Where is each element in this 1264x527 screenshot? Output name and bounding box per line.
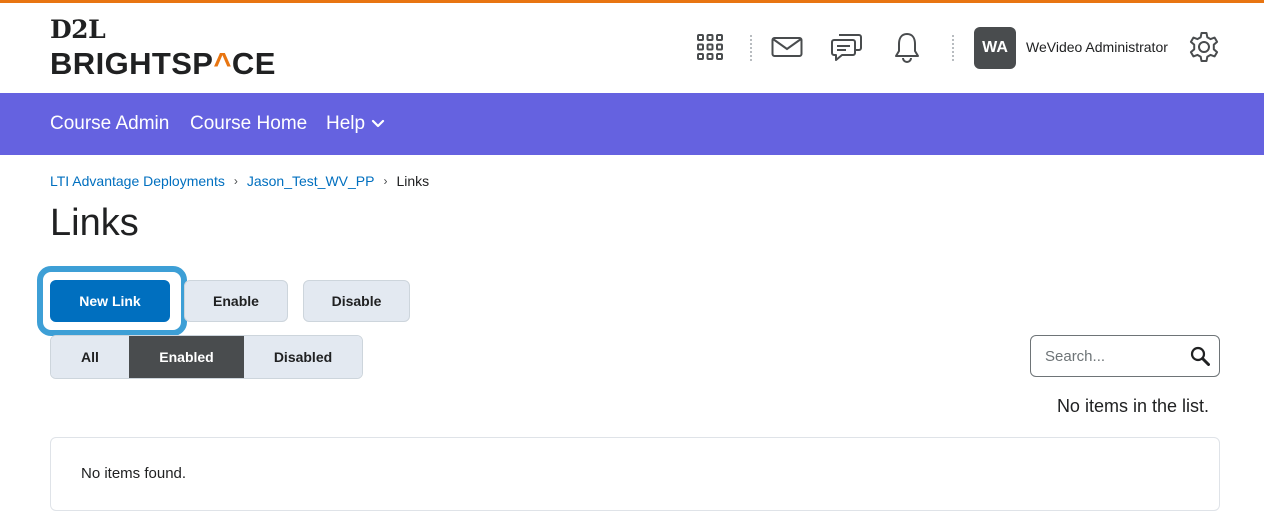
brightspace-logo[interactable]: D2L BRIGHTSP^CE xyxy=(50,16,276,80)
filter-enabled[interactable]: Enabled xyxy=(129,336,244,378)
bell-icon[interactable] xyxy=(891,31,923,63)
mail-icon[interactable] xyxy=(771,31,803,63)
links-table-empty: No items found. xyxy=(50,437,1220,511)
nav-item-help[interactable]: Help xyxy=(326,113,385,135)
list-status: No items in the list. xyxy=(1056,396,1209,416)
waffle-icon[interactable] xyxy=(694,31,726,63)
breadcrumb-link-lti-deployments[interactable]: LTI Advantage Deployments xyxy=(50,173,225,189)
avatar[interactable]: WA xyxy=(974,27,1016,69)
user-name[interactable]: WeVideo Administrator xyxy=(1026,39,1168,55)
chevron-down-icon xyxy=(371,119,385,128)
nav-item-course-home[interactable]: Course Home xyxy=(190,113,307,135)
nav-item-label: Help xyxy=(326,113,366,134)
new-link-button[interactable]: New Link xyxy=(50,280,170,322)
search-input[interactable] xyxy=(1031,336,1181,376)
breadcrumb: LTI Advantage Deployments › Jason_Test_W… xyxy=(50,173,429,189)
breadcrumb-current: Links xyxy=(396,173,430,189)
filter-disabled[interactable]: Disabled xyxy=(244,336,362,378)
page-title: Links xyxy=(50,202,139,244)
logo-d2l: D2L xyxy=(50,15,106,44)
course-navbar: Course Admin Course Home Help xyxy=(0,93,1264,155)
enable-button[interactable]: Enable xyxy=(184,280,288,322)
nav-item-course-admin[interactable]: Course Admin xyxy=(50,113,169,135)
empty-message: No items found. xyxy=(81,465,187,482)
nav-item-label: Course Admin xyxy=(50,113,170,134)
search-icon[interactable] xyxy=(1189,345,1211,367)
header-separator xyxy=(952,35,954,61)
chevron-right-icon: › xyxy=(233,174,238,188)
header-separator xyxy=(750,35,752,61)
search-box xyxy=(1030,335,1220,377)
nav-item-label: Course Home xyxy=(190,113,308,134)
logo-brightspace-accent: ^ xyxy=(213,46,232,81)
disable-button[interactable]: Disable xyxy=(303,280,410,322)
header: D2L BRIGHTSP^CE WA WeVideo Administrator xyxy=(0,3,1264,93)
logo-brightspace-suffix: CE xyxy=(231,46,276,81)
status-filter: All Enabled Disabled xyxy=(50,335,363,379)
chat-icon[interactable] xyxy=(831,31,863,63)
logo-brightspace: BRIGHTSP^CE xyxy=(50,48,276,80)
breadcrumb-link-deployment[interactable]: Jason_Test_WV_PP xyxy=(247,173,375,189)
gear-icon[interactable] xyxy=(1188,31,1220,63)
filter-all[interactable]: All xyxy=(51,336,129,378)
chevron-right-icon: › xyxy=(383,174,388,188)
logo-brightspace-prefix: BRIGHTSP xyxy=(50,46,214,81)
